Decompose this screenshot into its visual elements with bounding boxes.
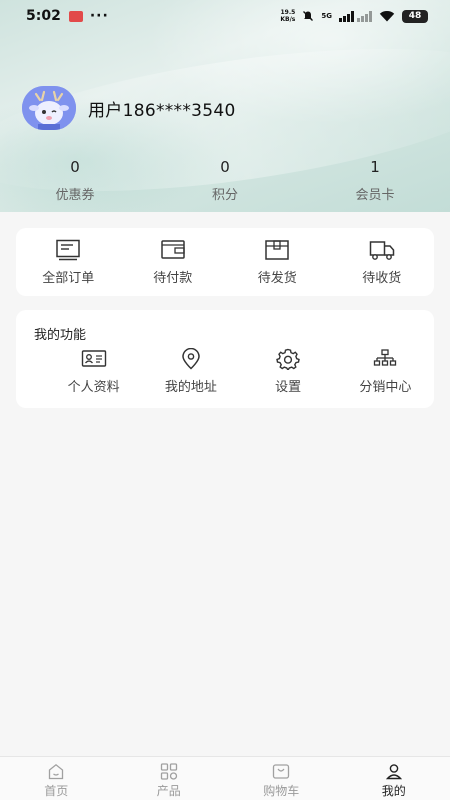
- status-bar: 5:02 ··· 19.5 KB/s 5G 48: [0, 0, 450, 32]
- deer-avatar-icon: [22, 86, 76, 130]
- package-icon: [265, 239, 289, 260]
- stat-value: 0: [220, 158, 230, 176]
- my-functions-card: 我的功能 个人资料 我的地址 设置 分销中心: [16, 310, 434, 408]
- profile-header-background: 5:02 ··· 19.5 KB/s 5G 48 用户186****3540 0…: [0, 0, 450, 212]
- my-address-button[interactable]: 我的地址: [142, 348, 239, 395]
- cart-icon: [273, 764, 290, 779]
- points-stat[interactable]: 0 积分: [150, 158, 300, 203]
- wifi-icon: [379, 10, 395, 22]
- stat-value: 1: [370, 158, 380, 176]
- order-label: 待付款: [153, 270, 193, 286]
- status-time: 5:02: [26, 8, 61, 24]
- home-icon: [49, 763, 64, 780]
- tab-label: 产品: [156, 784, 181, 798]
- network-type: 5G: [321, 12, 332, 20]
- pending-payment-button[interactable]: 待付款: [121, 239, 226, 286]
- all-orders-button[interactable]: 全部订单: [16, 239, 121, 286]
- username: 用户186****3540: [88, 100, 236, 121]
- user-icon: [385, 764, 402, 780]
- functions-title: 我的功能: [34, 328, 87, 343]
- tab-cart[interactable]: 购物车: [225, 757, 338, 800]
- stat-label: 积分: [211, 188, 238, 203]
- function-label: 我的地址: [164, 380, 217, 395]
- pending-receipt-button[interactable]: 待收货: [330, 239, 435, 286]
- avatar[interactable]: [22, 86, 76, 130]
- user-profile[interactable]: 用户186****3540: [22, 86, 236, 130]
- wallet-icon: [161, 239, 185, 259]
- battery-indicator: 48: [402, 9, 428, 23]
- order-label: 全部订单: [42, 270, 95, 286]
- order-label: 待发货: [257, 270, 297, 286]
- membership-card-stat[interactable]: 1 会员卡: [300, 158, 450, 203]
- message-notification-icon: [68, 10, 83, 22]
- order-label: 待收货: [362, 270, 402, 286]
- orders-card: 全部订单 待付款 待发货 待收货: [16, 228, 434, 296]
- settings-button[interactable]: 设置: [240, 348, 337, 395]
- tab-label: 首页: [44, 784, 69, 798]
- truck-icon: [369, 240, 394, 260]
- mute-icon: [303, 11, 314, 21]
- bottom-tab-bar: 首页 产品 购物车 我的: [0, 756, 450, 800]
- pending-shipment-button[interactable]: 待发货: [225, 239, 330, 286]
- tab-mine[interactable]: 我的: [338, 757, 450, 800]
- org-chart-icon: [374, 349, 397, 366]
- personal-info-button[interactable]: 个人资料: [45, 348, 142, 395]
- cellular-signal-icon: [339, 10, 372, 22]
- stats-row: 0 优惠券 0 积分 1 会员卡: [0, 158, 450, 203]
- network-speed: 19.5 KB/s: [280, 9, 296, 23]
- function-label: 设置: [275, 380, 302, 395]
- function-label: 分销中心: [359, 380, 412, 395]
- function-label: 个人资料: [67, 380, 120, 395]
- order-list-icon: [56, 239, 80, 260]
- stat-label: 会员卡: [355, 188, 395, 203]
- tab-label: 我的: [381, 784, 406, 798]
- stat-value: 0: [70, 158, 80, 176]
- grid-icon: [160, 763, 177, 780]
- tab-home[interactable]: 首页: [0, 757, 113, 800]
- stat-label: 优惠券: [55, 188, 95, 203]
- coupons-stat[interactable]: 0 优惠券: [0, 158, 150, 203]
- gear-icon: [276, 348, 300, 370]
- location-pin-icon: [182, 348, 200, 370]
- tab-products[interactable]: 产品: [113, 757, 226, 800]
- id-card-icon: [81, 350, 106, 367]
- more-notifications-indicator: ···: [89, 8, 109, 24]
- distribution-center-button[interactable]: 分销中心: [337, 348, 434, 395]
- tab-label: 购物车: [263, 784, 300, 798]
